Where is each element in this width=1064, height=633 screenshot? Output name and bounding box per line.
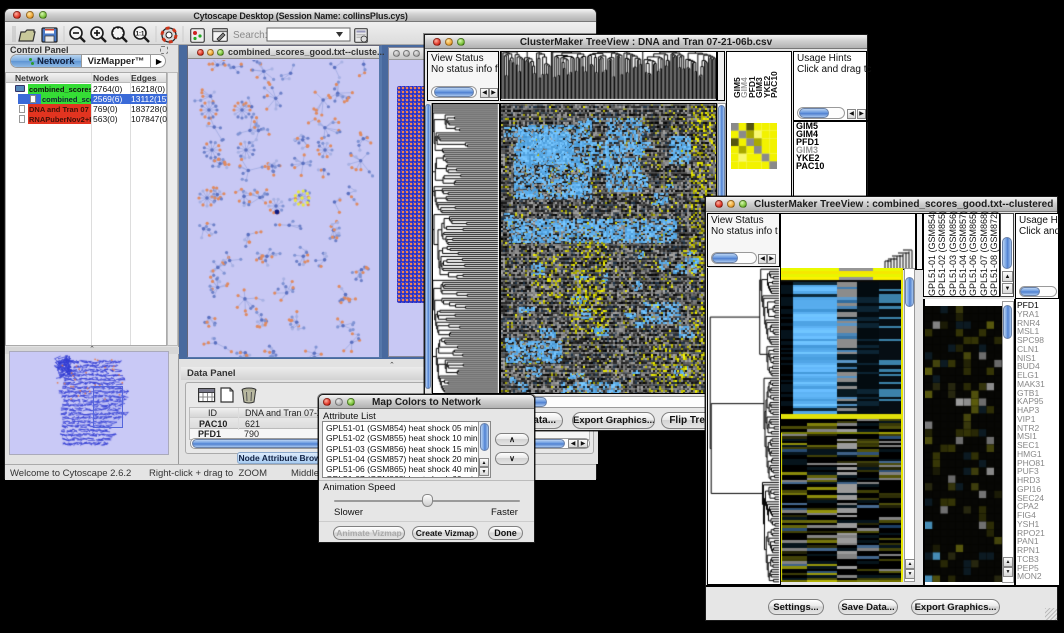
svg-text:Search:: Search: bbox=[233, 30, 267, 41]
svg-text:1:1: 1:1 bbox=[136, 32, 145, 38]
